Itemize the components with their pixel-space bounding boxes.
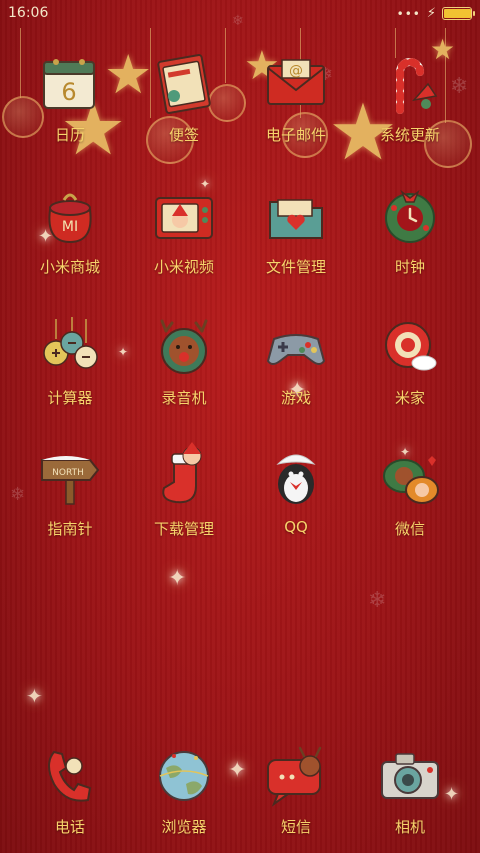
app-label: 下载管理 xyxy=(153,520,214,538)
app-wechat[interactable]: 微信 xyxy=(350,446,470,539)
app-label: 电子邮件 xyxy=(265,126,326,144)
app-label: 米家 xyxy=(394,389,425,407)
app-calendar[interactable]: 6 日历 xyxy=(10,52,130,145)
calendar-icon: 6 xyxy=(38,52,102,116)
app-notes[interactable]: 便签 xyxy=(124,52,244,145)
app-label: 日历 xyxy=(54,126,85,144)
globe-browser-icon xyxy=(152,744,216,808)
app-calculator[interactable]: 计算器 xyxy=(10,315,130,408)
sparkle-decoration: ✦ xyxy=(168,566,187,591)
sparkle-decoration: ✦ xyxy=(26,684,43,708)
app-label: 便签 xyxy=(168,126,199,144)
app-games[interactable]: 游戏 xyxy=(236,315,356,408)
app-label: 游戏 xyxy=(280,389,311,407)
tv-santa-icon xyxy=(152,184,216,248)
email-envelope-icon: @ xyxy=(264,52,328,116)
app-label: 微信 xyxy=(394,520,425,538)
app-qq[interactable]: QQ xyxy=(236,446,356,536)
app-email[interactable]: @ 电子邮件 xyxy=(236,52,356,145)
app-label: 小米商城 xyxy=(39,258,100,276)
app-system-update[interactable]: 系统更新 xyxy=(350,52,470,145)
santa-stocking-icon xyxy=(152,442,216,510)
gift-bag-mi-icon: MI xyxy=(38,184,102,248)
app-label: 时钟 xyxy=(394,258,425,276)
app-label: 短信 xyxy=(280,818,311,836)
home-ornament-icon xyxy=(378,315,442,379)
app-download-manager[interactable]: 下载管理 xyxy=(124,442,244,539)
app-mi-video[interactable]: 小米视频 xyxy=(124,184,244,277)
folder-heart-icon xyxy=(264,184,328,248)
wreath-clock-icon xyxy=(378,184,442,248)
north-signpost-icon: NORTH xyxy=(38,446,102,510)
north-sign-text: NORTH xyxy=(52,468,84,478)
app-recorder[interactable]: 录音机 xyxy=(124,315,244,408)
message-reindeer-icon xyxy=(264,744,328,808)
chat-bubbles-icon xyxy=(378,446,442,510)
app-label: 电话 xyxy=(54,818,85,836)
battery-icon xyxy=(442,7,475,20)
snowflake-decoration: ❄ xyxy=(368,588,387,613)
penguin-icon xyxy=(264,446,328,510)
status-time: 16:06 xyxy=(8,5,49,21)
app-label: 相机 xyxy=(394,818,425,836)
dock-browser[interactable]: 浏览器 xyxy=(124,744,244,837)
app-label: 小米视频 xyxy=(153,258,214,276)
app-label: 文件管理 xyxy=(265,258,326,276)
app-label: QQ xyxy=(284,518,308,536)
candy-cane-update-icon xyxy=(378,52,442,116)
mi-logo-text: MI xyxy=(62,219,78,235)
notes-book-icon xyxy=(152,52,216,116)
signal-dots-icon: ••• xyxy=(396,6,421,21)
app-label: 系统更新 xyxy=(379,126,440,144)
dock-messages[interactable]: 短信 xyxy=(236,744,356,837)
battery-level-fill xyxy=(444,9,471,18)
app-label: 浏览器 xyxy=(161,818,207,836)
dock-phone[interactable]: 电话 xyxy=(10,744,130,837)
app-file-manager[interactable]: 文件管理 xyxy=(236,184,356,277)
dock-camera[interactable]: 相机 xyxy=(350,744,470,837)
reindeer-recorder-icon xyxy=(152,315,216,379)
email-at-symbol: @ xyxy=(289,63,303,79)
status-indicators: ••• ⚡ xyxy=(396,6,475,21)
gamepad-icon xyxy=(264,315,328,379)
phone-handset-icon xyxy=(38,744,102,808)
app-mi-store[interactable]: MI 小米商城 xyxy=(10,184,130,277)
app-label: 指南针 xyxy=(47,520,93,538)
ornament-calculator-icon xyxy=(38,315,102,379)
charging-bolt-icon: ⚡ xyxy=(426,6,436,21)
app-mi-home[interactable]: 米家 xyxy=(350,315,470,408)
app-compass[interactable]: NORTH 指南针 xyxy=(10,446,130,539)
camera-icon xyxy=(378,744,442,808)
calendar-day-number: 6 xyxy=(61,78,76,106)
app-clock[interactable]: 时钟 xyxy=(350,184,470,277)
status-bar: 16:06 ••• ⚡ xyxy=(0,0,480,28)
app-label: 录音机 xyxy=(161,389,207,407)
app-label: 计算器 xyxy=(47,389,93,407)
